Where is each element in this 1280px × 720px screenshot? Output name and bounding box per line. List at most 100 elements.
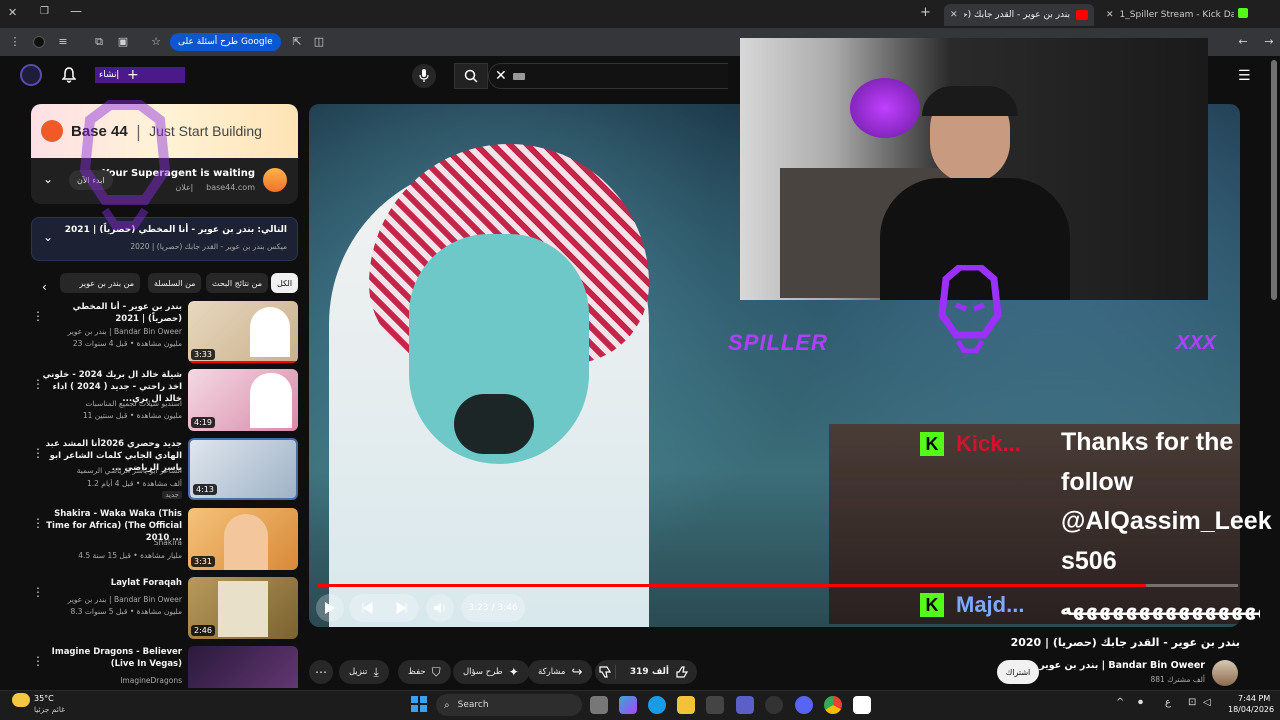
tab-youtube[interactable]: ✕ بندر بن عوير - القدر جابك (حصريا): [944, 4, 1094, 26]
video-thumbnail[interactable]: 4:19: [188, 369, 298, 431]
clear-search-icon[interactable]: ✕: [495, 68, 507, 84]
minimize-window-icon[interactable]: —: [70, 4, 82, 18]
close-window-icon[interactable]: ✕: [8, 6, 17, 19]
spiller-watermark-icon: [79, 100, 171, 229]
video-subject-beard: [454, 394, 534, 454]
teams-icon[interactable]: [736, 696, 754, 714]
base44-logo-icon: [41, 120, 63, 142]
chevron-down-icon[interactable]: ⌄: [43, 230, 53, 244]
discord-icon[interactable]: [795, 696, 813, 714]
video-thumbnail[interactable]: 2:46: [188, 577, 298, 639]
subscribe-button[interactable]: اشتراك: [997, 660, 1039, 684]
menu-dots-icon[interactable]: ⋮: [8, 35, 22, 49]
taskbar-search[interactable]: ⌕ Search: [436, 694, 582, 716]
close-tab-icon[interactable]: ✕: [950, 10, 958, 20]
clock-time[interactable]: 7:44 PM: [1238, 694, 1270, 703]
file-explorer-icon[interactable]: [677, 696, 695, 714]
profile-icon[interactable]: [33, 36, 45, 48]
tab-kick[interactable]: ✕ 1_Spiller Stream - Kick Dash: [1100, 4, 1240, 26]
notifications-bell-icon[interactable]: [62, 67, 76, 83]
list-item[interactable]: ⋮ Shakira - Waka Waka (This Time for Afr…: [30, 508, 300, 570]
close-tab-icon[interactable]: ✕: [1106, 10, 1114, 20]
volume-button[interactable]: [426, 594, 454, 622]
play-button[interactable]: [316, 594, 344, 622]
list-item[interactable]: ⋮ Imagine Dragons - Believer (Live In Ve…: [30, 646, 300, 688]
chips-prev-icon[interactable]: ‹: [42, 280, 47, 294]
back-icon[interactable]: ←: [1236, 35, 1250, 49]
extensions-icon[interactable]: ≡: [56, 35, 70, 49]
chip-label: الكل: [276, 278, 293, 288]
overlay-brand: SPILLER: [728, 330, 828, 355]
list-item[interactable]: ⋮ بندر بن عوير - أنا المخطي (حصرياً) | 2…: [30, 301, 300, 363]
alert-line: s506: [1061, 546, 1117, 575]
downloads-icon[interactable]: ▣: [116, 35, 130, 49]
skip-controls[interactable]: [349, 594, 419, 622]
search-button[interactable]: [454, 63, 488, 89]
show-hidden-icons[interactable]: ^: [1116, 697, 1124, 708]
tab-label: بندر بن عوير - القدر جابك (حصريا): [963, 10, 1070, 20]
new-tab-icon[interactable]: +: [920, 5, 931, 20]
app-icon[interactable]: [765, 696, 783, 714]
chip-search-results[interactable]: من نتائج البحث: [206, 273, 269, 293]
language-indicator[interactable]: ع: [1165, 697, 1171, 708]
chip-from-channel[interactable]: من بندر بن عوير: [60, 273, 140, 293]
related-title: Laylat Foraqah: [110, 578, 182, 588]
related-channel: Shakira: [153, 538, 182, 547]
voice-search-button[interactable]: [412, 64, 436, 88]
chip-all[interactable]: الكل: [271, 273, 298, 293]
volume-tray-icon[interactable]: ◁: [1203, 697, 1211, 708]
obs-icon[interactable]: [853, 696, 871, 714]
watched-progress: [188, 361, 298, 363]
follow-alert: Thanks for the follow @AlQassim_Leek s50…: [1061, 423, 1272, 581]
list-item[interactable]: ⋮ شيلة خالد ال بريك 2024 - خلوني اخذ راح…: [30, 369, 300, 431]
weather-icon[interactable]: [12, 693, 30, 707]
download-button[interactable]: تنزيل ⤓: [339, 660, 389, 684]
store-icon[interactable]: [706, 696, 724, 714]
extension-puzzle-icon[interactable]: ⧉: [92, 35, 106, 49]
edge-icon[interactable]: [648, 696, 666, 714]
video-thumbnail[interactable]: 3:33: [188, 301, 298, 363]
microphone-tray-icon[interactable]: ⏺: [1138, 697, 1143, 708]
list-item[interactable]: ⋮ جديد وحصري 2026أنا المشد عبد الهادي ال…: [30, 438, 300, 500]
more-actions-button[interactable]: ⋯: [309, 660, 333, 684]
chip-from-series[interactable]: من السلسلة: [148, 273, 202, 293]
save-button[interactable]: حفظ ⛉: [398, 660, 451, 684]
chevron-down-icon[interactable]: ⌄: [43, 172, 53, 186]
video-thumbnail[interactable]: [188, 646, 298, 688]
restore-window-icon[interactable]: ❐: [40, 6, 49, 17]
related-title: بندر بن عوير - أنا المخطي (حصرياً) | 202…: [72, 302, 182, 324]
ask-button[interactable]: طرح سؤال ✦: [453, 660, 529, 684]
windows-start-icon[interactable]: [411, 696, 427, 712]
lens-icon[interactable]: ◫: [312, 35, 326, 49]
subscriber-count: 881 ألف مشترك: [1150, 675, 1205, 684]
kick-event-label: Kick...: [956, 431, 1021, 456]
weather-temp[interactable]: 35°C: [34, 694, 54, 703]
page-scrollbar[interactable]: [1271, 60, 1277, 300]
video-thumbnail[interactable]: 3:31: [188, 508, 298, 570]
duration-badge: 4:19: [191, 417, 215, 428]
bookmark-star-icon[interactable]: ☆: [149, 35, 163, 49]
share-icon: ↪: [571, 664, 583, 680]
copilot-icon[interactable]: [619, 696, 637, 714]
progress-track[interactable]: [318, 584, 1238, 587]
account-avatar[interactable]: [20, 64, 42, 86]
channel-avatar[interactable]: [1212, 660, 1238, 686]
video-thumbnail[interactable]: 4:13: [188, 438, 298, 500]
task-view-icon[interactable]: [590, 696, 608, 714]
share-button[interactable]: مشاركة ↪: [528, 660, 593, 684]
create-button[interactable]: إنشاء +: [95, 67, 185, 83]
keyboard-icon[interactable]: [513, 73, 525, 80]
clock-date[interactable]: 18/04/2026: [1228, 705, 1274, 714]
guide-menu-icon[interactable]: ☰: [1238, 68, 1251, 84]
chrome-icon[interactable]: [824, 696, 842, 714]
list-item[interactable]: ⋮ Laylat Foraqah بندر بن عوير | Bandar B…: [30, 577, 300, 639]
forward-icon[interactable]: →: [1262, 35, 1276, 49]
install-icon[interactable]: ⇱: [290, 35, 304, 49]
search-input[interactable]: ✕: [488, 63, 728, 89]
dislike-button[interactable]: [595, 665, 616, 679]
network-icon[interactable]: ⊡: [1188, 697, 1196, 708]
channel-name[interactable]: بندر بن عوير | Bandar Bin Oweer: [1039, 660, 1205, 671]
like-button[interactable]: 319 ألف: [622, 665, 697, 679]
volume-icon: [434, 603, 445, 613]
ask-google-chip[interactable]: طرح أسئلة على Google: [170, 33, 281, 51]
